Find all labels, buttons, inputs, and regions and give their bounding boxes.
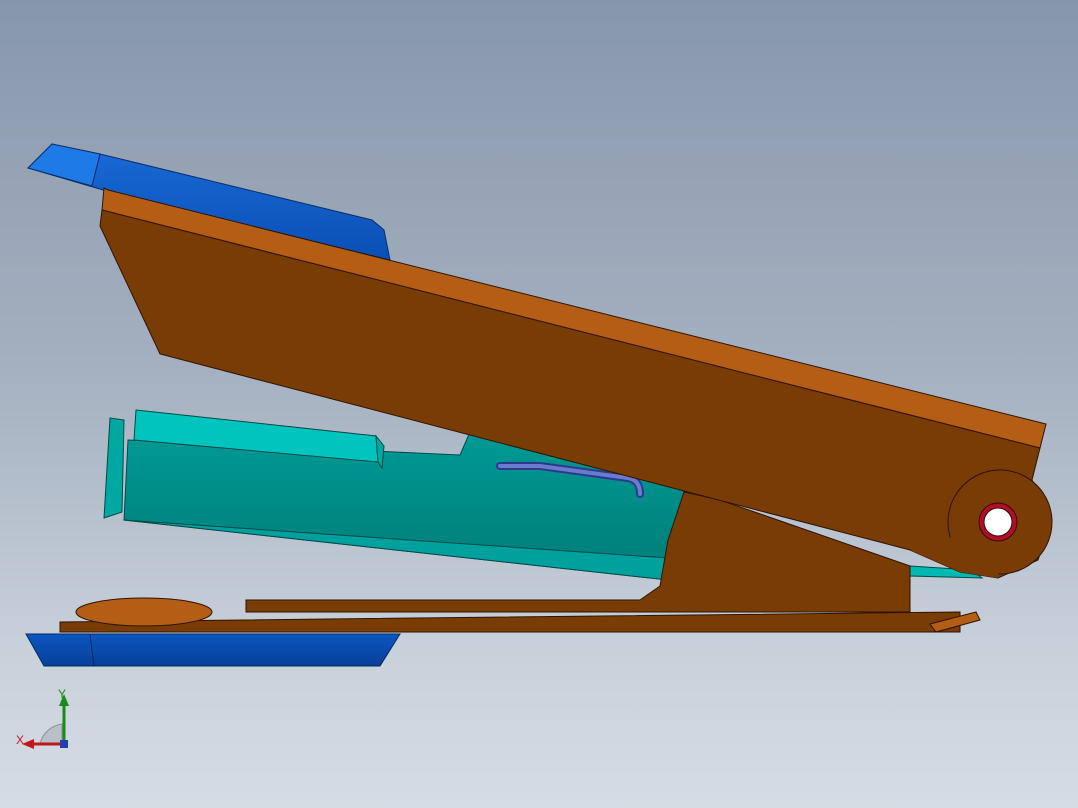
coordinate-triad: X Y xyxy=(10,684,80,754)
model-viewport[interactable]: X Y xyxy=(0,0,1078,808)
pivot-pin xyxy=(978,502,1018,542)
x-axis-label: X xyxy=(16,733,25,747)
stapler-model[interactable] xyxy=(0,0,1078,808)
base-cap xyxy=(25,633,401,667)
y-axis-label: Y xyxy=(58,687,67,701)
